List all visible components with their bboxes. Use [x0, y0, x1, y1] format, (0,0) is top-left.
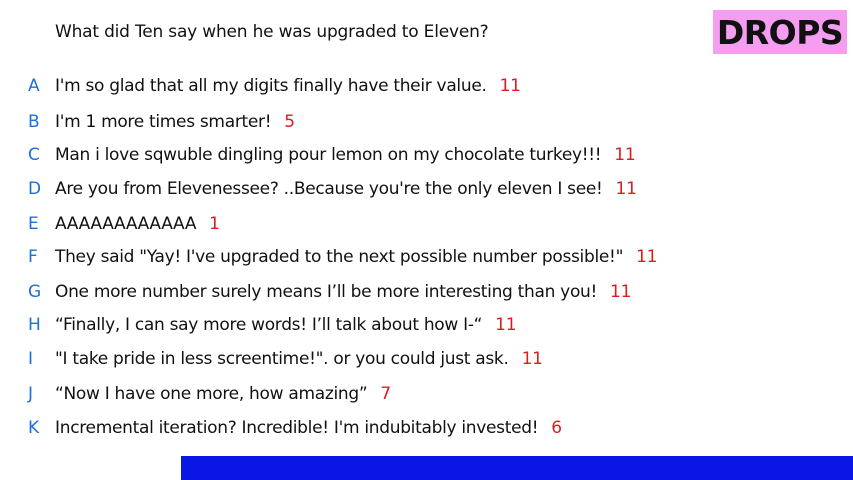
answer-line: I'm 1 more times smarter! 5 — [55, 112, 295, 132]
answer-score: 11 — [495, 315, 517, 335]
answer-letter: K — [28, 418, 40, 438]
answer-text: “Finally, I can say more words! I’ll tal… — [55, 315, 483, 335]
answer-line: Man i love sqwuble dingling pour lemon o… — [55, 145, 636, 165]
answer-score: 6 — [551, 418, 562, 438]
answer-score: 5 — [284, 112, 295, 132]
answer-row: F They said "Yay! I've upgraded to the n… — [0, 247, 853, 273]
answer-row: J “Now I have one more, how amazing” 7 — [0, 384, 853, 410]
answer-line: They said "Yay! I've upgraded to the nex… — [55, 247, 657, 267]
answer-text: Incremental iteration? Incredible! I'm i… — [55, 418, 539, 438]
answer-text: I'm 1 more times smarter! — [55, 112, 272, 132]
answer-letter: F — [28, 247, 38, 267]
answer-row: G One more number surely means I’ll be m… — [0, 282, 853, 308]
answer-line: AAAAAAAAAAAA 1 — [55, 214, 220, 234]
answer-text: I'm so glad that all my digits finally h… — [55, 76, 487, 96]
slide: What did Ten say when he was upgraded to… — [0, 0, 853, 480]
answer-text: “Now I have one more, how amazing” — [55, 384, 368, 404]
answer-letter: D — [28, 179, 42, 199]
answer-text: AAAAAAAAAAAA — [55, 214, 197, 234]
answer-line: Are you from Elevenessee? ..Because you'… — [55, 179, 637, 199]
answer-line: Incremental iteration? Incredible! I'm i… — [55, 418, 562, 438]
answer-row: C Man i love sqwuble dingling pour lemon… — [0, 145, 853, 171]
answer-line: One more number surely means I’ll be mor… — [55, 282, 631, 302]
answer-letter: A — [28, 76, 40, 96]
answer-line: I'm so glad that all my digits finally h… — [55, 76, 521, 96]
answer-score: 1 — [209, 214, 220, 234]
answer-list: A I'm so glad that all my digits finally… — [0, 0, 853, 480]
answer-text: "I take pride in less screentime!". or y… — [55, 349, 509, 369]
answer-score: 11 — [636, 247, 658, 267]
answer-score: 11 — [521, 349, 543, 369]
answer-score: 11 — [614, 145, 636, 165]
answer-line: “Now I have one more, how amazing” 7 — [55, 384, 391, 404]
answer-row: K Incremental iteration? Incredible! I'm… — [0, 418, 853, 444]
answer-letter: I — [28, 349, 34, 369]
answer-row: E AAAAAAAAAAAA 1 — [0, 214, 853, 240]
answer-letter: J — [28, 384, 34, 404]
answer-score: 7 — [380, 384, 391, 404]
answer-row: A I'm so glad that all my digits finally… — [0, 76, 853, 102]
answer-letter: H — [28, 315, 41, 335]
answer-text: They said "Yay! I've upgraded to the nex… — [55, 247, 624, 267]
answer-row: D Are you from Elevenessee? ..Because yo… — [0, 179, 853, 205]
answer-line: "I take pride in less screentime!". or y… — [55, 349, 543, 369]
bottom-bar — [181, 456, 853, 480]
answer-text: Man i love sqwuble dingling pour lemon o… — [55, 145, 602, 165]
answer-text: Are you from Elevenessee? ..Because you'… — [55, 179, 603, 199]
answer-score: 11 — [499, 76, 521, 96]
answer-score: 11 — [610, 282, 632, 302]
answer-letter: E — [28, 214, 39, 234]
answer-letter: G — [28, 282, 42, 302]
answer-row: B I'm 1 more times smarter! 5 — [0, 112, 853, 138]
answer-row: H “Finally, I can say more words! I’ll t… — [0, 315, 853, 341]
answer-letter: C — [28, 145, 40, 165]
answer-line: “Finally, I can say more words! I’ll tal… — [55, 315, 517, 335]
answer-score: 11 — [615, 179, 637, 199]
answer-letter: B — [28, 112, 40, 132]
answer-text: One more number surely means I’ll be mor… — [55, 282, 598, 302]
answer-row: I "I take pride in less screentime!". or… — [0, 349, 853, 375]
